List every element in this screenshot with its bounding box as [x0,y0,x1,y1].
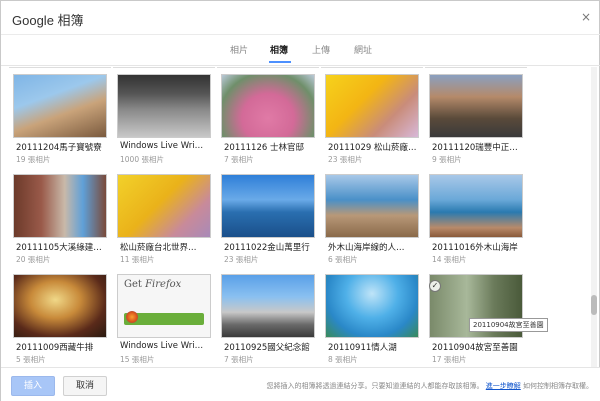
album-thumbnail[interactable] [429,174,523,238]
previous-row-edge [321,66,423,68]
album-count: 14 張相片 [432,255,467,264]
album-count: 11 張相片 [120,255,155,264]
footer-info-text: 您將插入的相簿將透過連結分享。只要知道連結的人都能存取該相簿。 [266,382,484,390]
album-name: 20110904故宮至善園 [432,343,518,353]
album-card[interactable]: 20111126 士林官邸 7 張相片 [221,74,315,172]
album-thumbnail[interactable] [325,274,419,338]
album-card[interactable]: 20111105大溪綠建… 20 張相片 [13,174,107,272]
album-thumbnail[interactable] [117,174,211,238]
previous-row-edge [217,66,319,68]
album-count: 8 張相片 [328,355,358,364]
album-card[interactable]: 20110911情人湖 8 張相片 [325,274,419,367]
insert-button[interactable]: 插入 [11,376,55,396]
tab-photos[interactable]: 相片 [230,43,248,56]
album-name: Windows Live Wri… [120,141,204,151]
tab-bar: 相片 相簿 上傳 網址 [1,43,600,65]
album-card[interactable]: 20111016外木山海岸 14 張相片 [429,174,523,272]
previous-row-edge [9,66,111,68]
album-count: 23 張相片 [224,255,259,264]
album-count: 17 張相片 [432,355,467,364]
album-name: 20111022金山萬里行 [224,243,310,253]
album-name: 20111120瑞豐中正… [432,143,518,153]
album-thumbnail[interactable] [221,74,315,138]
album-thumbnail[interactable] [325,74,419,138]
album-name: 20110911情人湖 [328,343,397,353]
learn-more-link[interactable]: 進一步瞭解 [486,382,521,390]
album-name: 20111029 松山菸廠… [328,143,417,153]
footer-info: 您將插入的相簿將透過連結分享。只要知道連結的人都能存取該相簿。 進一步瞭解 如何… [267,381,593,391]
album-card[interactable]: 20111029 松山菸廠… 23 張相片 [325,74,419,172]
dialog-footer: 插入 取消 您將插入的相簿將透過連結分享。只要知道連結的人都能存取該相簿。 進一… [1,367,600,401]
album-thumbnail[interactable] [221,174,315,238]
album-name: Windows Live Wri… [120,341,204,351]
cancel-button[interactable]: 取消 [63,376,107,396]
album-name: 20111016外木山海岸 [432,243,518,253]
album-name: 20111126 士林官邸 [224,143,304,153]
tab-albums[interactable]: 相簿 [270,43,288,56]
footer-info-tail: 如何控制相簿存取權。 [523,382,593,390]
scrollbar-thumb[interactable] [591,295,597,315]
album-thumbnail[interactable]: Get Firefox [117,274,211,338]
album-count: 7 張相片 [224,155,254,164]
album-card[interactable]: 松山菸廠台北世界… 11 張相片 [117,174,211,272]
close-icon[interactable]: × [581,10,591,24]
photo-picker-dialog: Google 相簿 × 相片 相簿 上傳 網址 20111204馬子寶號寮 19… [0,0,600,401]
album-count: 6 張相片 [328,255,358,264]
album-count: 7 張相片 [224,355,254,364]
album-name: 20111105大溪綠建… [16,243,102,253]
active-tab-indicator [269,61,291,63]
select-check-icon[interactable]: ✓ [429,280,441,292]
album-card[interactable]: 20110925國父紀念館 7 張相片 [221,274,315,367]
album-card[interactable]: 20111204馬子寶號寮 19 張相片 [13,74,107,172]
album-count: 23 張相片 [328,155,363,164]
album-thumbnail[interactable] [13,174,107,238]
album-card[interactable]: 20111009西藏牛排 5 張相片 [13,274,107,367]
dialog-title: Google 相簿 [12,13,84,28]
album-tooltip: 20110904故宮至善園 [469,318,548,332]
tab-upload[interactable]: 上傳 [312,43,330,56]
firefox-icon [126,311,138,323]
album-name: 20111009西藏牛排 [16,343,94,353]
previous-row-edge [113,66,215,68]
album-thumbnail[interactable] [221,274,315,338]
album-card[interactable]: Windows Live Wri… 1000 張相片 [117,74,211,172]
firefox-promo-heading: Get Firefox [124,279,182,290]
album-count: 9 張相片 [432,155,462,164]
album-count: 1000 張相片 [120,155,164,164]
tab-url[interactable]: 網址 [354,43,372,56]
album-thumbnail[interactable] [429,74,523,138]
album-thumbnail[interactable] [117,74,211,138]
album-count: 15 張相片 [120,355,155,364]
album-name: 外木山海岸線的人… [328,243,405,253]
previous-row-edge [425,66,527,68]
grid-scrollbar[interactable] [591,67,597,367]
album-name: 20110925國父紀念館 [224,343,310,353]
album-card[interactable]: Get Firefox Windows Live Wri… 15 張相片 [117,274,211,367]
album-name: 20111204馬子寶號寮 [16,143,102,153]
album-name: 松山菸廠台北世界… [120,243,197,253]
album-count: 5 張相片 [16,355,46,364]
album-thumbnail[interactable] [325,174,419,238]
album-thumbnail[interactable] [13,74,107,138]
album-card[interactable]: 外木山海岸線的人… 6 張相片 [325,174,419,272]
dialog-header: Google 相簿 × [1,1,600,35]
album-count: 20 張相片 [16,255,51,264]
album-count: 19 張相片 [16,155,51,164]
album-card[interactable]: 20111120瑞豐中正… 9 張相片 [429,74,523,172]
album-card[interactable]: 20111022金山萬里行 23 張相片 [221,174,315,272]
album-thumbnail[interactable] [13,274,107,338]
